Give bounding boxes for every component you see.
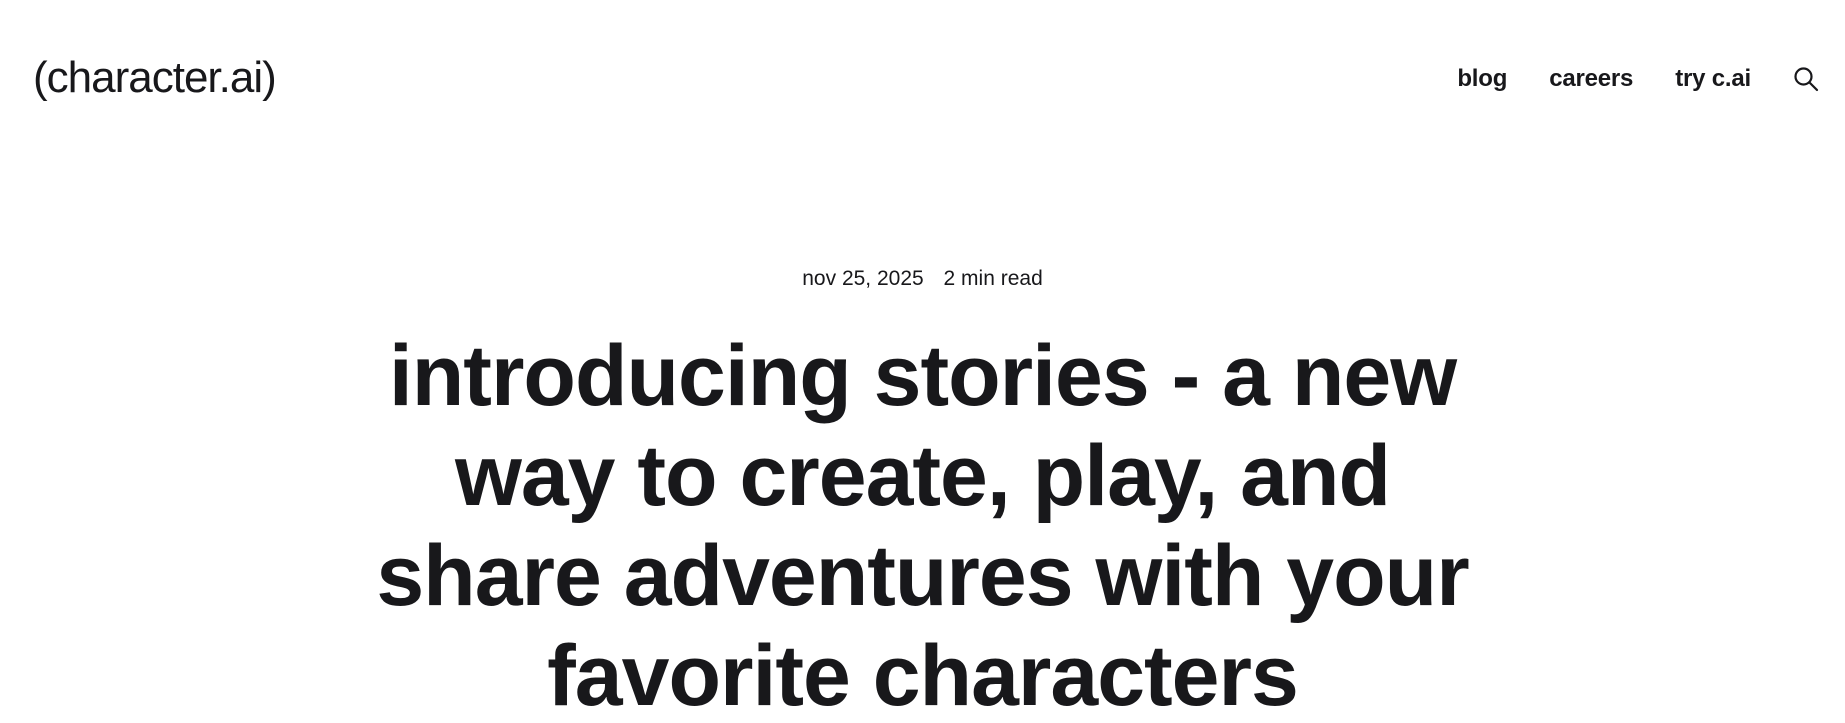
nav-link-careers[interactable]: careers <box>1549 63 1633 95</box>
site-header: (character.ai) blog careers try c.ai <box>0 0 1845 160</box>
nav-link-try-cai[interactable]: try c.ai <box>1675 63 1751 95</box>
article-meta: nov 25, 2025 2 min read <box>0 266 1845 292</box>
article-read-time: 2 min read <box>943 267 1043 290</box>
article-title: introducing stories - a new way to creat… <box>376 328 1469 723</box>
logo-link[interactable]: (character.ai) <box>33 53 277 103</box>
page: (character.ai) blog careers try c.ai nov… <box>0 0 1845 723</box>
search-icon <box>1794 67 1819 92</box>
search-button[interactable] <box>1791 64 1821 94</box>
article-date: nov 25, 2025 <box>802 267 924 290</box>
nav-link-blog[interactable]: blog <box>1457 63 1507 95</box>
main-nav: blog careers try c.ai <box>1457 63 1821 95</box>
